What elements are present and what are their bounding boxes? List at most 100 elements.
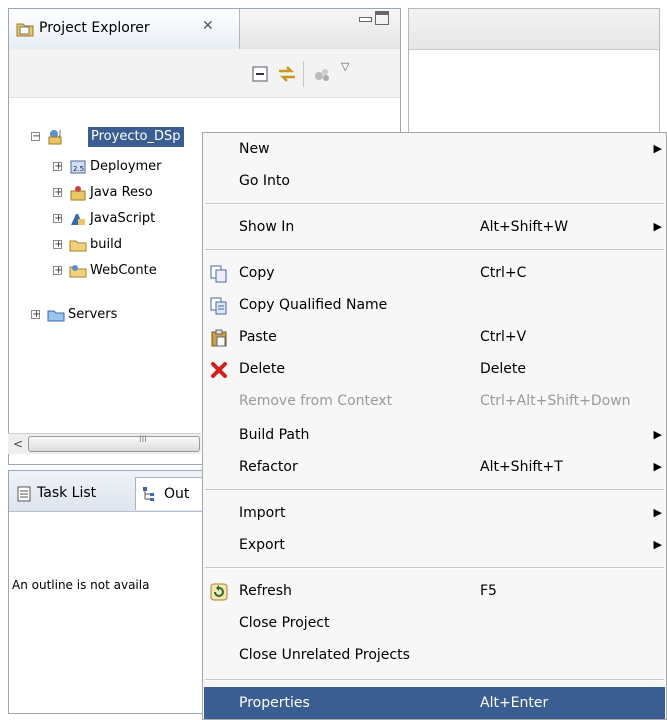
web-project-icon: J xyxy=(48,129,62,145)
javascript-resources-icon xyxy=(71,214,85,225)
scrollbar-thumb[interactable]: III xyxy=(28,435,200,452)
copy-qualified-name-icon xyxy=(210,297,227,315)
menu-label: Copy xyxy=(239,265,275,281)
webcontent-folder-icon xyxy=(69,265,87,278)
tree-label: Java Reso xyxy=(90,185,153,200)
tree-label: build xyxy=(90,237,122,252)
menu-label: Refactor xyxy=(239,459,298,475)
menu-label: Import xyxy=(239,505,286,521)
menu-shortcut: Ctrl+C xyxy=(480,265,527,281)
delete-icon xyxy=(211,362,227,378)
tree-label: Deploymer xyxy=(90,159,162,174)
tree-label: JavaScript xyxy=(90,211,156,226)
folder-icon xyxy=(69,240,87,252)
menu-label: Export xyxy=(239,537,285,553)
context-menu: New ▶ Go Into Show In Alt+Shift+W ▶ Copy… xyxy=(202,132,667,720)
tab-project-explorer[interactable]: Project Explorer ✕ xyxy=(9,9,240,49)
menu-separator xyxy=(205,489,664,491)
expand-toggle-icon[interactable]: + xyxy=(53,239,63,250)
menu-shortcut: Alt+Enter xyxy=(480,695,549,711)
submenu-arrow-icon: ▶ xyxy=(653,460,662,473)
tree-label: Proyecto_DSp xyxy=(88,127,184,147)
menu-shortcut: F5 xyxy=(480,583,497,599)
tab-title: Project Explorer xyxy=(39,20,150,36)
view-menu-icon[interactable]: ▽ xyxy=(341,60,349,73)
menu-item-new[interactable]: New ▶ xyxy=(204,133,665,165)
explorer-toolbar: ▽ xyxy=(9,49,400,98)
outline-icon xyxy=(143,487,154,501)
menu-item-build-path[interactable]: Build Path ▶ xyxy=(204,419,665,451)
close-icon[interactable]: ✕ xyxy=(202,18,214,34)
java-resources-icon xyxy=(70,186,86,201)
submenu-arrow-icon: ▶ xyxy=(653,506,662,519)
scrollbar-grip: III xyxy=(139,435,147,445)
menu-item-export[interactable]: Export ▶ xyxy=(204,529,665,561)
editor-tab-bar xyxy=(409,9,659,50)
menu-label: Close Project xyxy=(239,615,330,631)
menu-label: Build Path xyxy=(239,427,310,443)
menu-shortcut: Alt+Shift+T xyxy=(480,459,563,475)
expand-toggle-icon[interactable]: + xyxy=(31,309,41,320)
menu-item-show-in[interactable]: Show In Alt+Shift+W ▶ xyxy=(204,211,665,243)
menu-shortcut: Ctrl+Alt+Shift+Down xyxy=(480,393,631,409)
maximize-icon[interactable] xyxy=(375,11,389,25)
svg-text:2.5: 2.5 xyxy=(73,165,84,173)
svg-text:J: J xyxy=(58,129,61,137)
menu-item-import[interactable]: Import ▶ xyxy=(204,497,665,529)
menu-shortcut: Alt+Shift+W xyxy=(480,219,569,235)
tree-item-java-resources[interactable]: + Java Reso xyxy=(53,183,213,203)
menu-shortcut: Delete xyxy=(480,361,526,377)
menu-item-close-project[interactable]: Close Project xyxy=(204,607,665,639)
menu-shortcut: Ctrl+V xyxy=(480,329,527,345)
menu-item-copy[interactable]: Copy Ctrl+C xyxy=(204,257,665,289)
link-with-editor-icon[interactable] xyxy=(276,63,298,85)
menu-label: Show In xyxy=(239,219,295,235)
submenu-arrow-icon: ▶ xyxy=(653,142,662,155)
menu-label: Remove from Context xyxy=(239,393,393,409)
expand-toggle-icon[interactable]: + xyxy=(53,213,63,224)
menu-item-close-unrelated-projects[interactable]: Close Unrelated Projects xyxy=(204,639,665,671)
collapse-all-icon[interactable] xyxy=(249,63,271,85)
expand-toggle-icon[interactable]: + xyxy=(53,187,63,198)
outline-panel: Task List Out An outline is not availa xyxy=(8,470,206,714)
outline-notice: An outline is not availa xyxy=(12,578,150,592)
menu-label: Copy Qualified Name xyxy=(239,297,388,313)
menu-label: Go Into xyxy=(239,173,290,189)
menu-item-refactor[interactable]: Refactor Alt+Shift+T ▶ xyxy=(204,451,665,483)
expand-toggle-icon[interactable]: + xyxy=(53,265,63,276)
menu-label: New xyxy=(239,141,270,157)
menu-separator xyxy=(205,679,664,681)
menu-item-copy-qualified-name[interactable]: Copy Qualified Name xyxy=(204,289,665,321)
minimize-icon[interactable] xyxy=(357,11,373,25)
menu-label: Refresh xyxy=(239,583,292,599)
deployment-descriptor-icon: 2.5 xyxy=(70,160,86,174)
folder-icon xyxy=(47,310,65,322)
menu-item-paste[interactable]: Paste Ctrl+V xyxy=(204,321,665,353)
collapse-toggle-icon[interactable]: − xyxy=(31,131,41,142)
scroll-left-icon[interactable]: < xyxy=(10,435,26,453)
menu-label: Delete xyxy=(239,361,285,377)
tab-label: Out xyxy=(164,486,190,502)
menu-label: Close Unrelated Projects xyxy=(239,647,410,663)
tree-label: WebConte xyxy=(90,263,157,278)
tree-item-javascript[interactable]: + JavaScript xyxy=(53,209,213,229)
tree-item-build[interactable]: + build xyxy=(53,235,213,255)
tree-item-deployment[interactable]: + 2.5 Deploymer xyxy=(53,157,213,177)
menu-separator xyxy=(205,567,664,569)
tree-item-servers[interactable]: + Servers xyxy=(31,305,191,325)
expand-toggle-icon[interactable]: + xyxy=(53,161,63,172)
menu-separator xyxy=(205,249,664,251)
project-explorer-icon xyxy=(16,23,34,37)
refresh-icon xyxy=(210,583,228,601)
tab-task-list[interactable]: Task List xyxy=(13,477,133,510)
menu-item-remove-from-context: Remove from Context Ctrl+Alt+Shift+Down xyxy=(204,385,665,417)
tree-item-webcontent[interactable]: + WebConte xyxy=(53,261,213,281)
menu-item-go-into[interactable]: Go Into xyxy=(204,165,665,197)
tab-outline[interactable]: Out xyxy=(135,477,205,510)
menu-item-properties[interactable]: Properties Alt+Enter xyxy=(204,687,665,719)
toolbar-separator xyxy=(303,61,304,87)
menu-item-refresh[interactable]: Refresh F5 xyxy=(204,575,665,607)
focus-on-active-task-icon[interactable] xyxy=(311,63,333,85)
menu-item-delete[interactable]: Delete Delete xyxy=(204,353,665,385)
horizontal-scrollbar[interactable]: < III xyxy=(8,433,201,454)
